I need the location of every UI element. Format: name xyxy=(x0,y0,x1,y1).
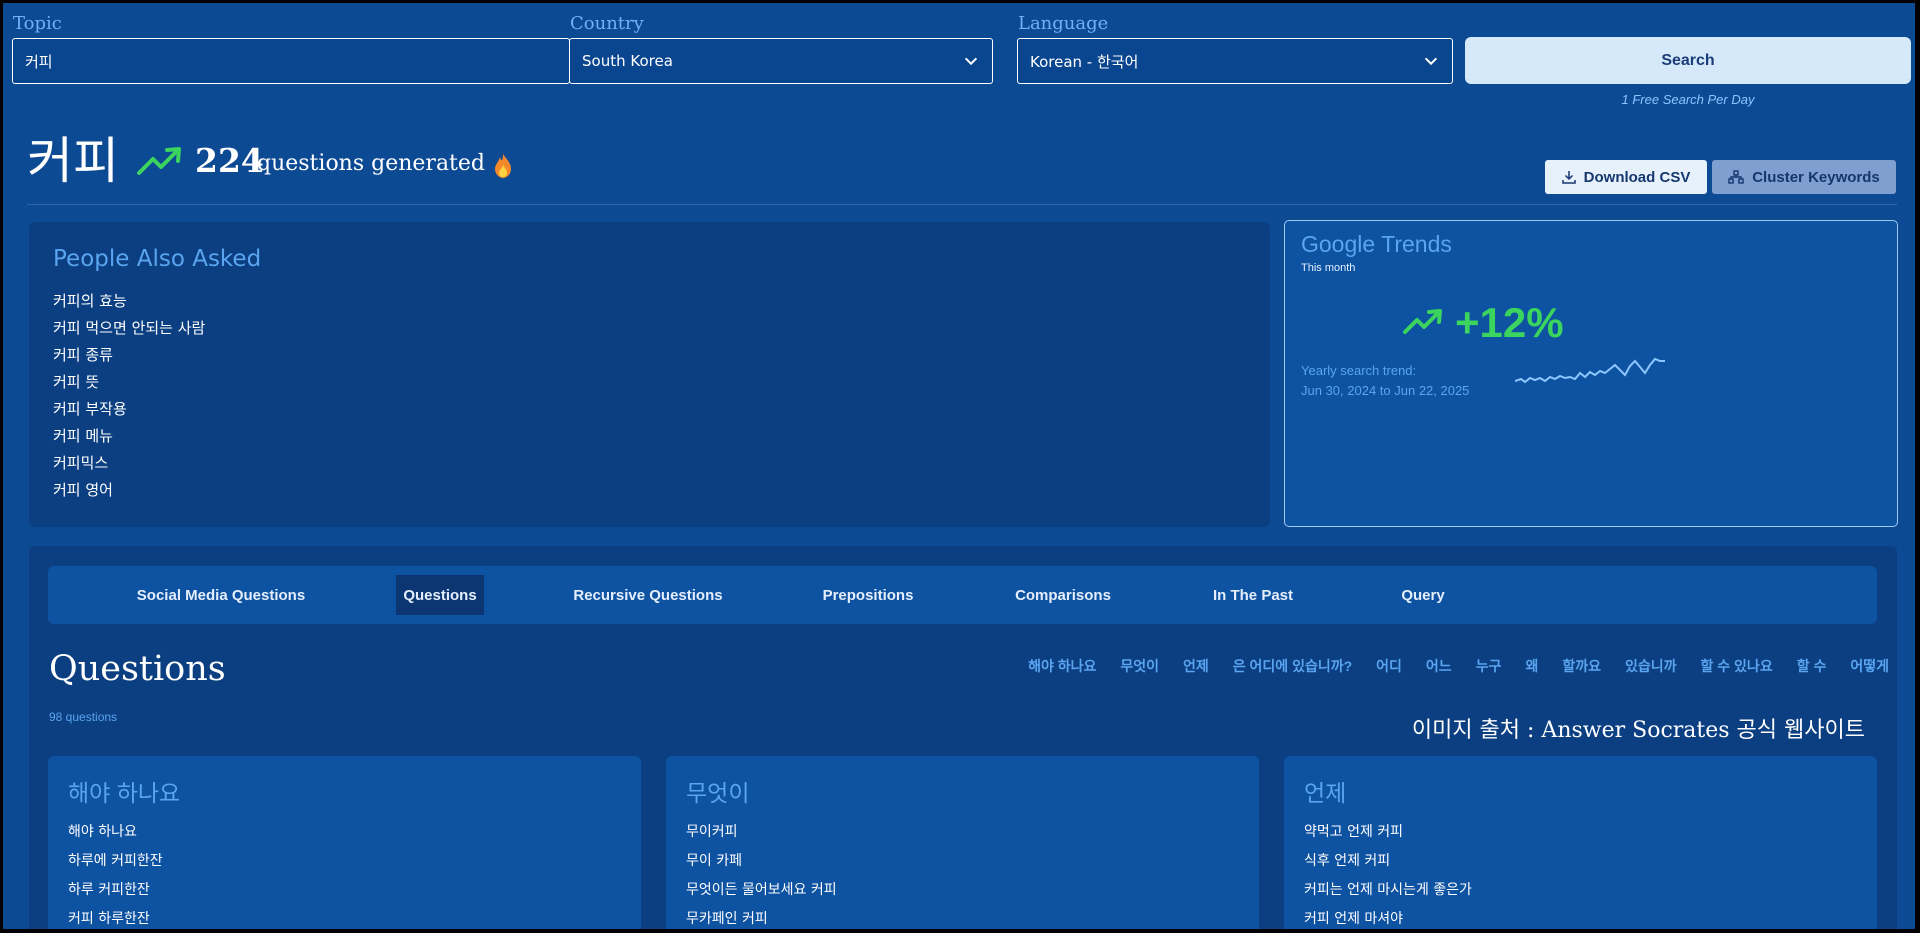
cluster-keywords-label: Cluster Keywords xyxy=(1752,168,1880,186)
topic-input[interactable]: 커피 xyxy=(12,38,570,84)
paa-item[interactable]: 커피 영어 xyxy=(53,477,205,504)
trends-subtitle: This month xyxy=(1301,262,1356,274)
list-item[interactable]: 무엇이든 물어보세요 커피 xyxy=(686,876,837,905)
topic-label: Topic xyxy=(13,13,62,34)
paa-item[interactable]: 커피믹스 xyxy=(53,450,205,477)
card-list: 해야 하나요 하루에 커피한잔 하루 커피한잔 커피 하루한잔 xyxy=(68,818,163,929)
tab-social-media-questions[interactable]: Social Media Questions xyxy=(116,575,326,615)
questions-count: 98 questions xyxy=(49,710,118,724)
card-title: 언제 xyxy=(1304,780,1347,806)
tab-bar: Social Media Questions Questions Recursi… xyxy=(48,566,1877,624)
language-label: Language xyxy=(1018,13,1109,34)
list-item[interactable]: 무이 카페 xyxy=(686,847,837,876)
questions-generated-label: questions generated xyxy=(257,151,486,176)
trends-range: Jun 30, 2024 to Jun 22, 2025 xyxy=(1301,383,1470,398)
cluster-icon xyxy=(1728,170,1744,184)
paa-item[interactable]: 커피의 효능 xyxy=(53,288,205,315)
list-item[interactable]: 약먹고 언제 커피 xyxy=(1304,818,1472,847)
card-list: 약먹고 언제 커피 식후 언제 커피 커피는 언제 마시는게 좋은가 커피 언제… xyxy=(1304,818,1472,929)
trending-up-icon xyxy=(1403,309,1442,334)
image-source-caption: 이미지 출처 : Answer Socrates 공식 웹사이트 xyxy=(1411,718,1865,743)
list-item[interactable]: 하루 커피한잔 xyxy=(68,876,163,905)
filter-link[interactable]: 있습니까 xyxy=(1625,656,1677,676)
trends-yearly-label: Yearly search trend: xyxy=(1301,363,1417,378)
country-select-value: South Korea xyxy=(582,52,673,70)
paa-item[interactable]: 커피 메뉴 xyxy=(53,423,205,450)
question-count: 224 xyxy=(195,141,264,180)
trending-up-icon xyxy=(137,147,181,175)
filter-link[interactable]: 은 어디에 있습니까? xyxy=(1233,656,1352,676)
filter-link[interactable]: 무엇이 xyxy=(1120,656,1159,676)
list-item[interactable]: 커피 언제 마셔야 xyxy=(1304,905,1472,929)
filter-link[interactable]: 할 수 xyxy=(1797,656,1827,676)
tab-comparisons[interactable]: Comparisons xyxy=(998,575,1128,615)
cluster-keywords-button[interactable]: Cluster Keywords xyxy=(1712,160,1896,194)
language-select-value: Korean - 한국어 xyxy=(1030,52,1139,71)
list-item[interactable]: 커피는 언제 마시는게 좋은가 xyxy=(1304,876,1472,905)
tab-prepositions[interactable]: Prepositions xyxy=(808,575,928,615)
question-filter-links: 해야 하나요 무엇이 언제 은 어디에 있습니까? 어디 어느 누구 왜 할까요… xyxy=(1004,656,1889,676)
card-list: 무이커피 무이 카페 무엇이든 물어보세요 커피 무카페인 커피 xyxy=(686,818,837,929)
list-item[interactable]: 식후 언제 커피 xyxy=(1304,847,1472,876)
question-card: 해야 하나요 해야 하나요 하루에 커피한잔 하루 커피한잔 커피 하루한잔 xyxy=(48,756,641,929)
filter-link[interactable]: 할 수 있나요 xyxy=(1701,656,1773,676)
paa-item[interactable]: 커피 종류 xyxy=(53,342,205,369)
tab-questions[interactable]: Questions xyxy=(396,575,484,615)
chevron-down-icon xyxy=(1424,57,1438,66)
question-card: 언제 약먹고 언제 커피 식후 언제 커피 커피는 언제 마시는게 좋은가 커피… xyxy=(1284,756,1877,929)
list-item[interactable]: 하루에 커피한잔 xyxy=(68,847,163,876)
paa-item[interactable]: 커피 뜻 xyxy=(53,369,205,396)
people-also-asked-panel: People Also Asked 커피의 효능 커피 먹으면 안되는 사람 커… xyxy=(29,222,1270,527)
paa-title: People Also Asked xyxy=(53,246,262,272)
tab-recursive-questions[interactable]: Recursive Questions xyxy=(558,575,738,615)
filter-link[interactable]: 할까요 xyxy=(1562,656,1601,676)
paa-item[interactable]: 커피 먹으면 안되는 사람 xyxy=(53,315,205,342)
language-select[interactable]: Korean - 한국어 xyxy=(1017,38,1453,84)
questions-section: Social Media Questions Questions Recursi… xyxy=(29,546,1897,929)
questions-heading: Questions xyxy=(49,649,226,689)
app-frame: Topic 커피 Country South Korea Language Ko… xyxy=(3,3,1915,929)
trend-sparkline xyxy=(1515,357,1665,384)
filter-link[interactable]: 왜 xyxy=(1525,656,1538,676)
country-select[interactable]: South Korea xyxy=(569,38,993,84)
country-label: Country xyxy=(570,13,644,34)
trends-title: Google Trends xyxy=(1301,231,1452,257)
paa-list: 커피의 효능 커피 먹으면 안되는 사람 커피 종류 커피 뜻 커피 부작용 커… xyxy=(53,288,205,504)
download-csv-label: Download CSV xyxy=(1583,168,1691,186)
filter-link[interactable]: 어디 xyxy=(1376,656,1402,676)
tab-query[interactable]: Query xyxy=(1383,575,1463,615)
topic-title: 커피 xyxy=(27,132,119,190)
tab-in-the-past[interactable]: In The Past xyxy=(1198,575,1308,615)
list-item[interactable]: 무카페인 커피 xyxy=(686,905,837,929)
chevron-down-icon xyxy=(964,57,978,66)
paa-item[interactable]: 커피 부작용 xyxy=(53,396,205,423)
card-title: 무엇이 xyxy=(686,780,750,806)
list-item[interactable]: 해야 하나요 xyxy=(68,818,163,847)
trends-yearly: Yearly search trend: Jun 30, 2024 to Jun… xyxy=(1301,361,1469,401)
free-search-note: 1 Free Search Per Day xyxy=(1621,92,1755,107)
filter-link[interactable]: 해야 하나요 xyxy=(1028,656,1096,676)
header-divider xyxy=(27,204,1897,205)
filter-link[interactable]: 언제 xyxy=(1183,656,1209,676)
search-button[interactable]: Search xyxy=(1465,37,1911,84)
list-item[interactable]: 커피 하루한잔 xyxy=(68,905,163,929)
flame-icon xyxy=(495,154,511,178)
filter-link[interactable]: 어떻게 xyxy=(1850,656,1889,676)
card-title: 해야 하나요 xyxy=(68,780,181,806)
trends-percent: +12% xyxy=(1455,299,1564,346)
question-card: 무엇이 무이커피 무이 카페 무엇이든 물어보세요 커피 무카페인 커피 xyxy=(666,756,1259,929)
filter-link[interactable]: 누구 xyxy=(1476,656,1502,676)
filter-link[interactable]: 어느 xyxy=(1426,656,1452,676)
list-item[interactable]: 무이커피 xyxy=(686,818,837,847)
google-trends-panel: Google Trends This month +12% Yearly sea… xyxy=(1284,220,1898,527)
topic-input-value: 커피 xyxy=(25,52,53,71)
download-icon xyxy=(1561,171,1576,184)
download-csv-button[interactable]: Download CSV xyxy=(1545,160,1707,194)
